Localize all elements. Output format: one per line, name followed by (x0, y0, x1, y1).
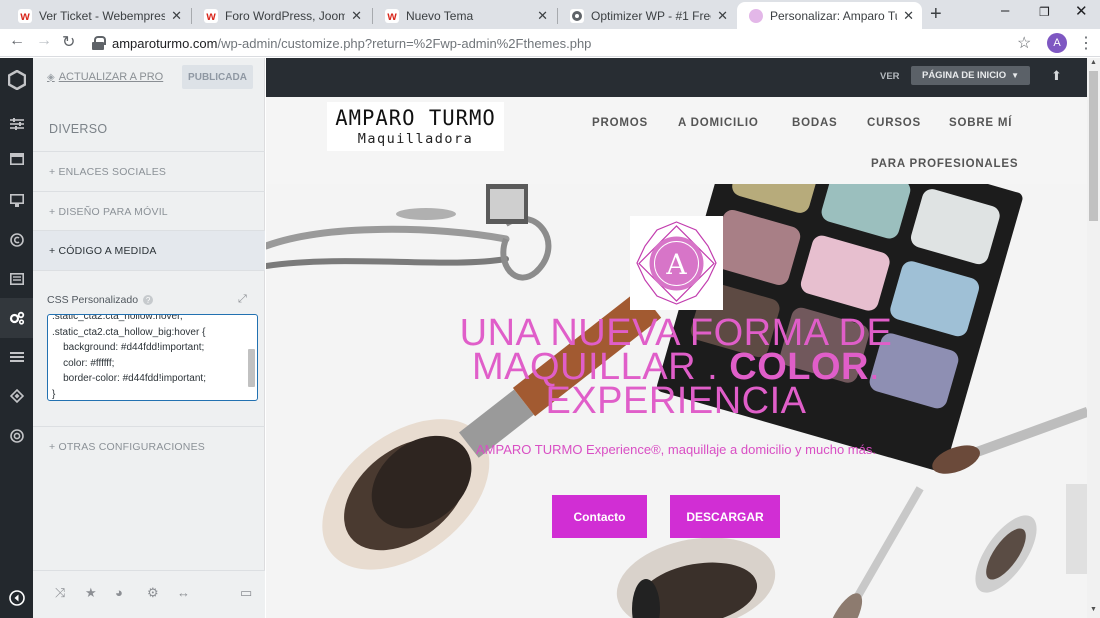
published-button[interactable]: PUBLICADA (182, 65, 253, 89)
download-button[interactable]: DESCARGAR (670, 495, 780, 538)
view-label: VER (880, 71, 900, 82)
browser-tab[interactable]: w Nuevo Tema ✕ (373, 2, 556, 29)
copyright-icon[interactable] (0, 220, 33, 260)
address-bar[interactable]: amparoturmo.com/wp-admin/customize.php?r… (88, 31, 1073, 55)
customizer-icon (749, 8, 763, 23)
dashboard-icon[interactable]: ◕ (115, 585, 123, 600)
hero-section: A UNA NUEVA FORMA DE MAQUILLAR . COLOR. … (266, 184, 1087, 618)
sliders-icon[interactable] (0, 104, 33, 144)
restore-icon[interactable]: ❐ (1039, 5, 1050, 19)
emblem-logo-icon: A (636, 221, 717, 305)
expand-editor-icon[interactable]: ⤢ (238, 293, 247, 306)
custom-css-editor[interactable]: .static_cta2.cta_hollow:hover, .static_c… (47, 314, 258, 401)
contact-button[interactable]: Contacto (552, 495, 647, 538)
support-icon[interactable] (0, 416, 33, 456)
menu-item-sobre-mi[interactable]: SOBRE MÍ (949, 117, 1012, 129)
section-title: DIVERSO (49, 122, 108, 136)
browser-tab[interactable]: Optimizer WP - #1 Free WordP ✕ (558, 2, 736, 29)
emblem-letter: A (665, 248, 687, 281)
menu-item-promos[interactable]: PROMOS (592, 117, 648, 129)
menu-item-bodas[interactable]: BODAS (792, 117, 838, 129)
menu-item-cursos[interactable]: CURSOS (867, 117, 921, 129)
page-select[interactable]: PÁGINA DE INICIO ▼ (911, 66, 1030, 85)
browser-tab-active[interactable]: Personalizar: Amparo Turmo - ✕ (737, 2, 922, 29)
menu-lines-icon[interactable] (0, 337, 33, 377)
customizer-icon-rail (0, 58, 33, 618)
close-tab-icon[interactable]: ✕ (903, 8, 914, 24)
browser-tab[interactable]: w Ver Ticket - Webempresa Europ ✕ (6, 2, 190, 29)
upgrade-pro-link[interactable]: ◈ ACTUALIZAR A PRO (47, 71, 163, 83)
optimizer-icon (570, 8, 584, 23)
profile-avatar[interactable]: A (1047, 33, 1067, 53)
site-header: AMPARO TURMO Maquilladora PROMOS A DOMIC… (266, 97, 1087, 184)
browser-tab-strip: w Ver Ticket - Webempresa Europ ✕ w Foro… (0, 0, 1100, 29)
preview-top-bar: VER PÁGINA DE INICIO ▼ ⬆ (266, 58, 1087, 97)
site-preview: VER PÁGINA DE INICIO ▼ ⬆ AMPARO TURMO Ma… (266, 58, 1087, 618)
brand-emblem: A (630, 216, 723, 310)
reload-icon[interactable]: ↻ (62, 32, 75, 52)
scroll-down-icon[interactable]: ▼ (1087, 606, 1100, 613)
browser-toolbar: ← → ↻ amparoturmo.com/wp-admin/customize… (0, 29, 1100, 57)
back-icon[interactable]: ← (9, 32, 25, 50)
scroll-up-icon[interactable]: ▲ (1087, 59, 1100, 66)
chevron-down-icon: ▼ (1011, 71, 1020, 80)
browser-tab[interactable]: w Foro WordPress, Joomla y Pres ✕ (192, 2, 370, 29)
header-layout-icon[interactable] (0, 139, 33, 179)
window-close-icon[interactable]: ✕ (1075, 2, 1088, 20)
collapse-panel-icon[interactable] (0, 578, 33, 618)
arrow-up-icon[interactable]: ⬆ (1051, 68, 1062, 84)
close-tab-icon[interactable]: ✕ (717, 8, 728, 24)
webempresa-icon: w (204, 8, 218, 23)
diamond-icon: ◈ (47, 71, 55, 83)
close-tab-icon[interactable]: ✕ (171, 8, 182, 24)
scrollbar-thumb[interactable] (1089, 71, 1098, 221)
hero-headline: UNA NUEVA FORMA DE MAQUILLAR . COLOR. EX… (459, 312, 893, 422)
shuffle-icon[interactable]: ⤨ (55, 585, 65, 601)
star-icon[interactable]: ★ (85, 585, 97, 601)
misc-settings-icon[interactable] (0, 298, 33, 338)
gear-icon[interactable]: ⚙ (147, 585, 159, 601)
layers-icon[interactable] (0, 376, 33, 416)
device-preview-icon[interactable]: ▭ (240, 585, 252, 601)
browser-menu-icon[interactable]: ⋮ (1078, 33, 1094, 53)
new-tab-button[interactable]: + (930, 3, 942, 26)
theme-logo-icon[interactable] (0, 58, 33, 102)
lock-icon[interactable] (92, 36, 106, 50)
forward-icon[interactable]: → (36, 32, 52, 50)
accordion-custom-code[interactable]: + CÓDIGO A MEDIDA (33, 231, 265, 270)
accordion-mobile-design[interactable]: + DISEÑO PARA MÓVIL (33, 192, 265, 231)
menu-item-a-domicilio[interactable]: A DOMICILIO (678, 117, 759, 129)
custom-css-label: CSS Personalizado ? (47, 294, 154, 306)
close-tab-icon[interactable]: ✕ (537, 8, 548, 24)
webempresa-icon: w (18, 8, 32, 23)
minimize-icon[interactable]: – (1001, 2, 1009, 19)
webempresa-icon: w (385, 8, 399, 23)
hero-subtitle: AMPARO TURMO Experience®, maquillaje a d… (476, 442, 876, 457)
customizer-panel: ◈ ACTUALIZAR A PRO PUBLICADA DIVERSO + E… (33, 58, 265, 618)
preview-scrollbar[interactable]: ▲ ▼ (1087, 58, 1100, 618)
close-tab-icon[interactable]: ✕ (351, 8, 362, 24)
editor-scrollbar[interactable] (248, 349, 255, 387)
site-logo[interactable]: AMPARO TURMO Maquilladora (327, 102, 504, 151)
help-icon[interactable]: ? (143, 295, 154, 305)
bookmark-star-icon[interactable]: ☆ (1017, 33, 1031, 53)
accordion-social-links[interactable]: + ENLACES SOCIALES (33, 152, 265, 191)
list-layout-icon[interactable] (0, 259, 33, 299)
desktop-icon[interactable] (0, 180, 33, 220)
menu-item-para-profesionales[interactable]: PARA PROFESIONALES (871, 158, 1018, 170)
arrows-horizontal-icon[interactable]: ↔ (177, 585, 190, 600)
panel-footer: ⤨ ★ ◕ ⚙ ↔ ▭ (33, 570, 265, 618)
accordion-other-settings[interactable]: + OTRAS CONFIGURACIONES (33, 427, 265, 466)
